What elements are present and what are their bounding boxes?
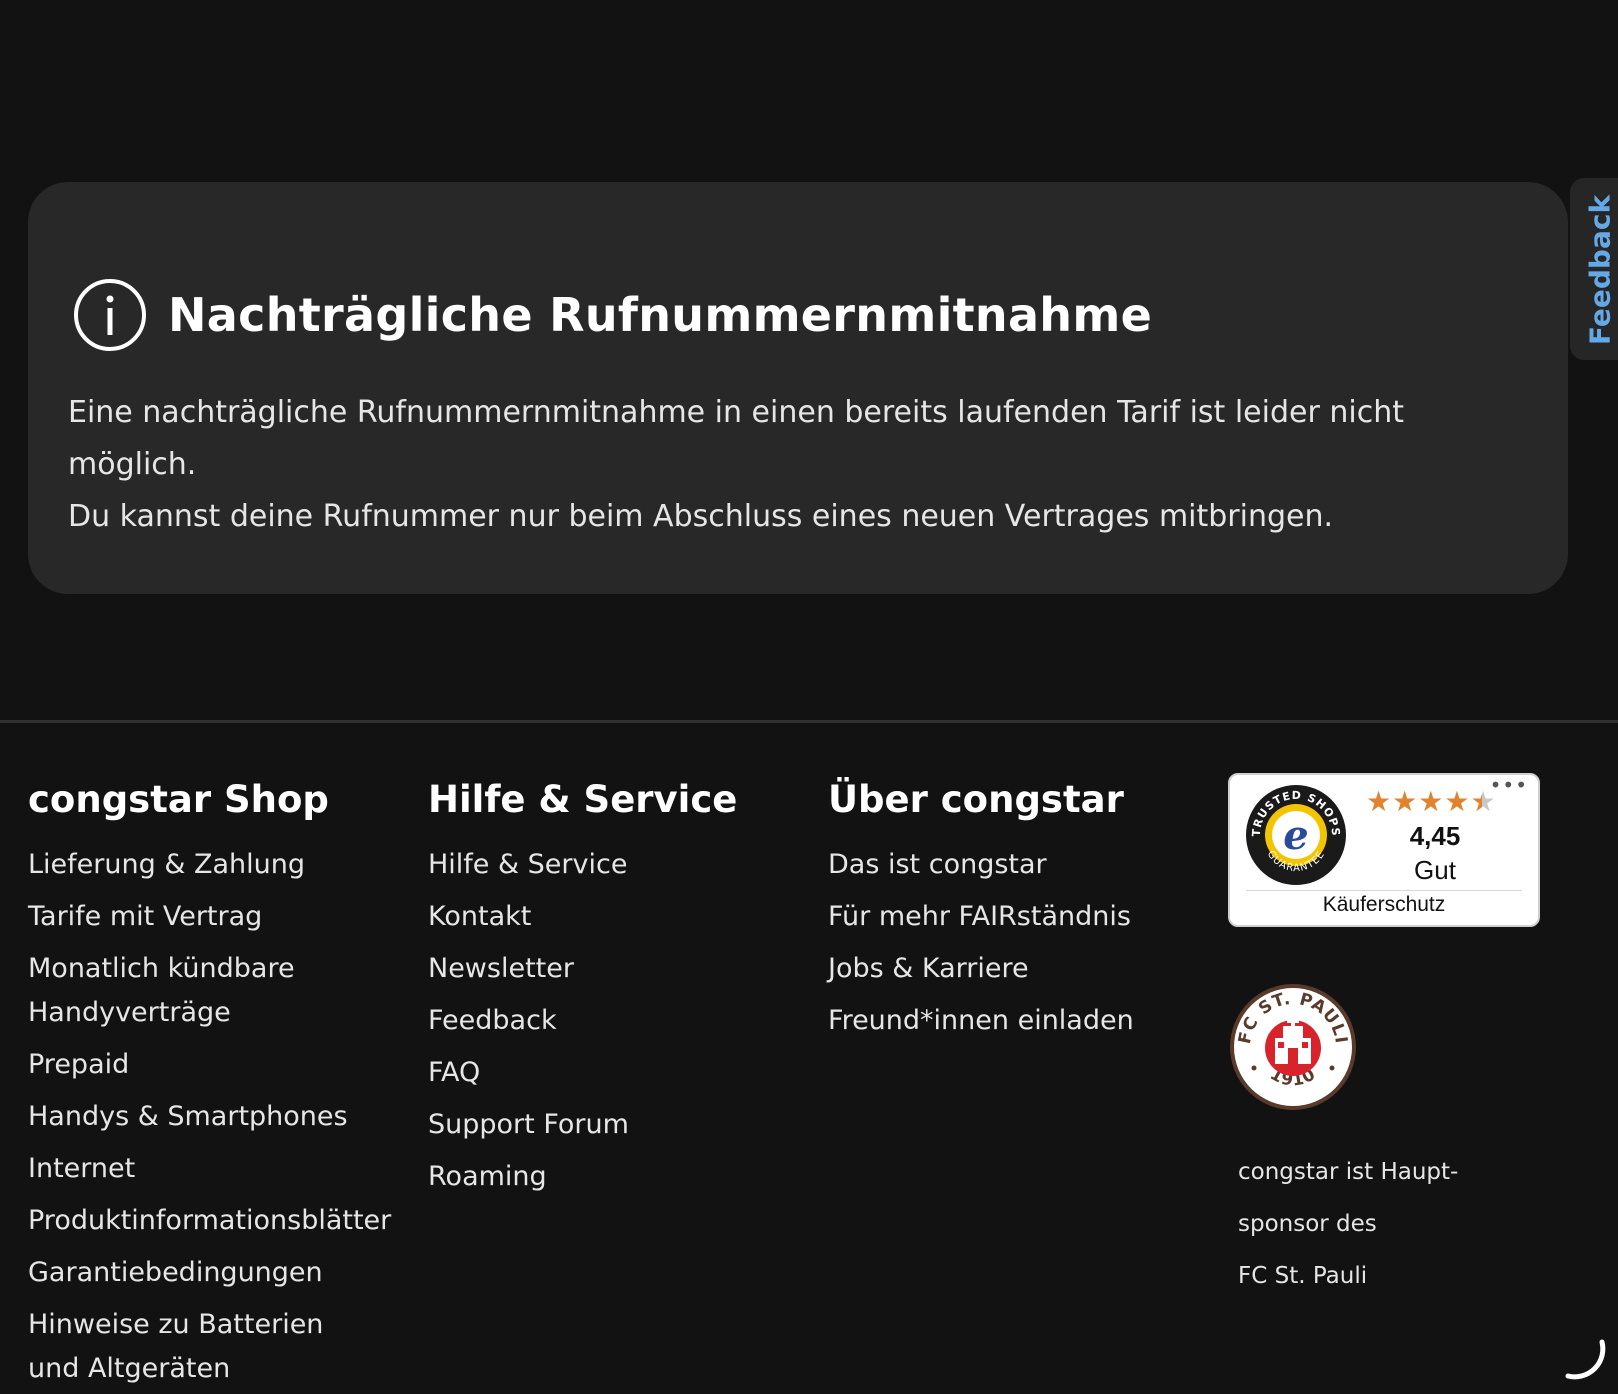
half-star-icon: ★ (1470, 785, 1497, 818)
footer-link[interactable]: Prepaid (28, 1043, 398, 1087)
info-title: Nachträgliche Rufnummernmitnahme (168, 288, 1153, 343)
footer-link[interactable]: FAQ (428, 1051, 798, 1095)
trusted-shops-seal-icon: e TRUSTED SHOPS GUARANTEE (1244, 783, 1348, 887)
star-icon: ★ (1444, 785, 1471, 818)
sponsor-text-line: congstar ist Haupt- (1238, 1159, 1459, 1185)
seal-letter: e (1283, 812, 1308, 859)
rating-grade: Gut (1414, 855, 1456, 885)
footer-link[interactable]: Feedback (428, 999, 798, 1043)
footer-link[interactable]: Freund*innen einladen (828, 999, 1208, 1043)
footer-column-help: Hilfe & Service Hilfe & Service Kontakt … (428, 775, 798, 1207)
footer-link[interactable]: Handys & Smartphones (28, 1095, 398, 1139)
footer-link[interactable]: Roaming (428, 1155, 798, 1199)
sponsor-text-line: sponsor des (1238, 1211, 1377, 1237)
footer-link[interactable]: Kontakt (428, 895, 798, 939)
footer-link[interactable]: Support Forum (428, 1103, 798, 1147)
page: Nachträgliche Rufnummernmitnahme Eine na… (0, 0, 1618, 1394)
star-icon: ★ (1418, 785, 1445, 818)
footer-column-shop: congstar Shop Lieferung & Zahlung Tarife… (28, 775, 398, 1394)
trusted-shops-badge[interactable]: e TRUSTED SHOPS GUARANTEE ••• ★★★★★ 4,45… (1228, 773, 1540, 927)
info-text-line: Du kannst deine Rufnummer nur beim Absch… (68, 499, 1334, 534)
fc-st-pauli-logo-icon[interactable]: FC ST. PAULI 1910 (1228, 982, 1358, 1112)
footer-link[interactable]: Lieferung & Zahlung (28, 843, 398, 887)
footer-column-about: Über congstar Das ist congstar Für mehr … (828, 775, 1208, 1051)
loading-spinner-icon (1560, 1336, 1610, 1386)
rating-stars: ★★★★★ (1366, 785, 1497, 818)
footer-heading-shop: congstar Shop (28, 778, 329, 821)
info-header: Nachträgliche Rufnummernmitnahme (72, 250, 1152, 380)
sponsor-text-line: FC St. Pauli (1238, 1263, 1368, 1289)
badge-divider (1246, 890, 1522, 891)
info-card: Nachträgliche Rufnummernmitnahme Eine na… (28, 182, 1568, 594)
sponsor-text: congstar ist Haupt- sponsor des FC St. P… (1238, 1146, 1498, 1302)
footer-link[interactable]: Jobs & Karriere (828, 947, 1208, 991)
feedback-tab-label: Feedback (1583, 194, 1617, 346)
footer-link[interactable]: Tarife mit Vertrag (28, 895, 398, 939)
footer-link[interactable]: Produktinformationsblätter (28, 1199, 398, 1243)
footer-link[interactable]: Garantiebedingungen (28, 1251, 398, 1295)
footer-link[interactable]: Newsletter (428, 947, 798, 991)
feedback-tab[interactable]: Feedback (1570, 178, 1618, 360)
footer-link[interactable]: Hinweise zu Batterien und Altgeräten (28, 1303, 368, 1391)
footer-link[interactable]: Internet (28, 1147, 398, 1191)
footer-link[interactable]: Hilfe & Service (428, 843, 798, 887)
footer-heading-help: Hilfe & Service (428, 778, 738, 821)
footer-link[interactable]: Monatlich kündbare Handyverträge (28, 947, 328, 1035)
star-icon: ★ (1366, 785, 1393, 818)
info-text-line: Eine nachträgliche Rufnummernmitnahme in… (68, 395, 1404, 482)
info-text: Eine nachträgliche Rufnummernmitnahme in… (68, 387, 1528, 543)
footer-link[interactable]: Das ist congstar (828, 843, 1208, 887)
footer-heading-about: Über congstar (828, 778, 1124, 821)
rating-score: 4,45 (1409, 821, 1461, 851)
footer-divider (0, 720, 1618, 723)
info-circle-icon (72, 277, 148, 353)
badge-caption: Käuferschutz (1322, 893, 1446, 916)
footer-link[interactable]: Für mehr FAIRständnis (828, 895, 1208, 939)
star-icon: ★ (1392, 785, 1419, 818)
